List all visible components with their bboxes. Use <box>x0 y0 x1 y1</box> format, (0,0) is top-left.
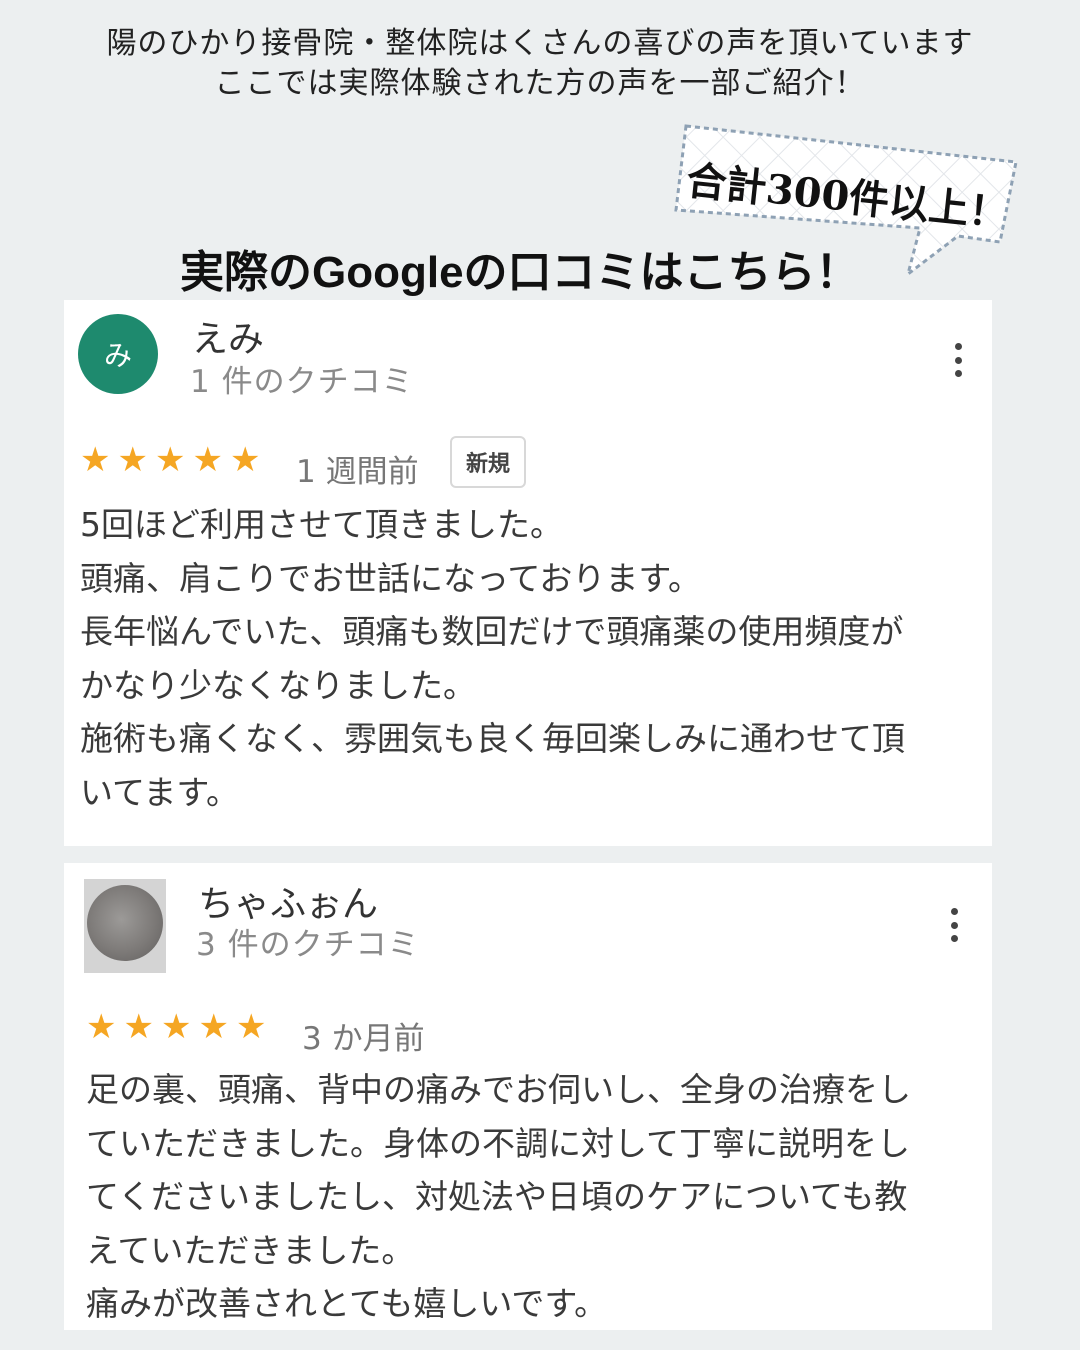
review-card: ちゃふぉん 3 件のクチコミ ★ ★ ★ ★ ★ 3 か月前 足の裏、頭痛、背中の痛みで… <box>64 863 992 1330</box>
star-icon: ★ <box>123 1007 154 1047</box>
review-line: えていただきました。 <box>86 1230 415 1270</box>
intro-text: 陽のひかり接骨院・整体院はくさんの喜びの声を頂いています ここでは実際体験された… <box>0 24 1080 104</box>
review-line: てくださいましたし、対処法や日頃のケアについても教 <box>86 1177 908 1216</box>
star-rating: ★ ★ ★ ★ ★ <box>86 1007 273 1047</box>
review-line: 痛みが改善されとても嬉しいです。 <box>86 1284 608 1323</box>
review-line: 長年悩んでいた、頭痛も数回だけで頭痛薬の使用頻度が <box>80 612 904 651</box>
review-count[interactable]: 1 件のクチコミ <box>190 356 414 401</box>
star-rating: ★ ★ ★ ★ ★ <box>80 440 267 480</box>
review-date: 3 か月前 <box>302 1021 425 1057</box>
review-count[interactable]: 3 件のクチコミ <box>196 919 420 964</box>
more-options-icon[interactable] <box>950 908 958 942</box>
avatar[interactable]: み <box>78 314 158 394</box>
avatar-photo <box>87 885 163 961</box>
intro-line-1: 陽のひかり接骨院・整体院はくさんの喜びの声を頂いています <box>106 26 974 61</box>
reviewer-name[interactable]: えみ <box>192 310 264 362</box>
avatar[interactable] <box>84 879 166 973</box>
review-line: 施術も痛くなく、雰囲気も良く毎回楽しみに通わせて頂 <box>80 719 905 758</box>
review-line: 頭痛、肩こりでお世話になっております。 <box>80 558 702 598</box>
star-icon: ★ <box>198 1007 229 1047</box>
star-icon: ★ <box>154 440 186 480</box>
intro-line-2: ここでは実際体験された方の声を一部ご紹介！ <box>214 66 866 101</box>
review-line: かなり少なくなりました。 <box>80 665 476 705</box>
page-heading: 実際のGoogleの口コミはこちら！ <box>180 248 860 297</box>
star-icon: ★ <box>117 440 148 480</box>
review-text: 足の裏、頭痛、背中の痛みでお伺いし、全身の治療をし ていただきました。身体の不調… <box>86 1063 911 1331</box>
review-line: いてます。 <box>80 772 240 812</box>
new-badge: 新規 <box>450 436 527 488</box>
star-icon: ★ <box>160 1007 192 1047</box>
star-icon: ★ <box>192 440 223 480</box>
review-date: 1 週間前 <box>296 454 419 490</box>
review-line: ていただきました。身体の不調に対して丁寧に説明をし <box>86 1123 911 1163</box>
review-text: 5回ほど利用させて頂きました。 頭痛、肩こりでお世話になっております。 長年悩ん… <box>80 498 905 819</box>
more-options-icon[interactable] <box>954 343 962 377</box>
star-icon: ★ <box>229 440 261 480</box>
review-line: 5回ほど利用させて頂きました。 <box>80 505 563 544</box>
star-icon: ★ <box>235 1007 267 1047</box>
review-line: 足の裏、頭痛、背中の痛みでお伺いし、全身の治療をし <box>86 1070 911 1109</box>
star-icon: ★ <box>86 1007 117 1047</box>
review-card: み えみ 1 件のクチコミ ★ ★ ★ ★ ★ 1 週間前 新規 5回ほど利用させて頂き… <box>64 300 992 846</box>
star-icon: ★ <box>80 440 111 480</box>
avatar-initial: み <box>103 339 132 372</box>
